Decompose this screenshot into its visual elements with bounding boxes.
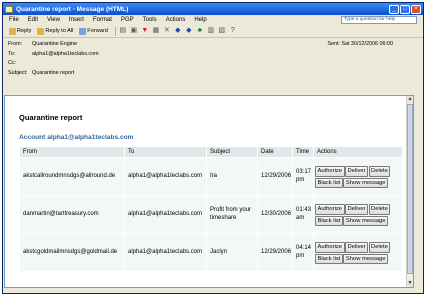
envelope-icon bbox=[5, 5, 13, 13]
col-actions: Actions bbox=[313, 146, 403, 158]
quarantine-table: From To Subject Date Time Actions akstca… bbox=[19, 146, 403, 272]
show-message-button[interactable]: Show message bbox=[343, 253, 389, 264]
cell-to: alpha1@alpha1teclabs.com bbox=[124, 233, 207, 272]
message-body: Quarantine report Account alpha1@alpha1t… bbox=[4, 95, 414, 288]
delete-button[interactable]: Delete bbox=[368, 166, 391, 177]
reply-all-label: Reply to All bbox=[45, 28, 74, 34]
authorize-button[interactable]: Authorize bbox=[315, 204, 345, 215]
cell-subject: Jaclyn bbox=[206, 233, 258, 272]
col-subject: Subject bbox=[206, 146, 258, 158]
cell-to: alpha1@alpha1teclabs.com bbox=[124, 195, 207, 234]
account-heading: Account alpha1@alpha1teclabs.com bbox=[19, 134, 134, 141]
cell-actions: Authorize Deliver Delete Black list Show me… bbox=[313, 233, 403, 272]
table-row: akstcallroundmnsdgs@allround.de alpha1@a… bbox=[19, 157, 403, 196]
menu-help[interactable]: Help bbox=[194, 17, 206, 23]
reply-all-icon bbox=[37, 27, 45, 35]
menu-actions[interactable]: Actions bbox=[166, 17, 186, 23]
menu-pgp[interactable]: PGP bbox=[121, 17, 134, 23]
cell-date: 12/29/2006 bbox=[257, 157, 293, 196]
cell-time: 03:17 pm bbox=[292, 157, 314, 196]
reply-label: Reply bbox=[17, 28, 32, 34]
blacklist-button[interactable]: Black list bbox=[315, 215, 343, 226]
col-time: Time bbox=[292, 146, 314, 158]
show-message-button[interactable]: Show message bbox=[343, 215, 389, 226]
menu-format[interactable]: Format bbox=[93, 17, 112, 23]
from-label: From: bbox=[8, 41, 23, 47]
menu-file[interactable]: File bbox=[9, 17, 19, 23]
deliver-button[interactable]: Deliver bbox=[345, 166, 369, 177]
table-row: akstcgoldmailmnsdgs@goldmail.de alpha1@a… bbox=[19, 233, 403, 272]
reply-icon bbox=[9, 27, 16, 35]
from-value[interactable]: Quarantine Engine bbox=[32, 41, 77, 47]
menu-view[interactable]: View bbox=[47, 17, 60, 23]
deliver-button[interactable]: Deliver bbox=[345, 242, 369, 253]
save-icon[interactable]: ▣ bbox=[130, 27, 138, 35]
scroll-thumb[interactable] bbox=[407, 104, 413, 274]
deliver-button[interactable]: Deliver bbox=[345, 204, 369, 215]
col-date: Date bbox=[257, 146, 293, 158]
cc-label: Cc: bbox=[8, 60, 17, 66]
window-title: Quarantine report - Message (HTML) bbox=[16, 5, 129, 13]
blacklist-button[interactable]: Black list bbox=[315, 253, 343, 264]
cell-actions: Authorize Deliver Delete Black list Show me… bbox=[313, 157, 403, 196]
print-icon[interactable]: ▤ bbox=[119, 27, 127, 35]
reply-all-button[interactable]: Reply to All bbox=[35, 26, 75, 36]
delete-button[interactable]: Delete bbox=[368, 204, 391, 215]
cell-subject: Profit from your timeshare bbox=[206, 195, 258, 234]
maximize-button[interactable]: □ bbox=[400, 4, 410, 14]
reply-button[interactable]: Reply bbox=[7, 26, 33, 36]
cell-time: 04:14 pm bbox=[292, 233, 314, 272]
cell-from: akstcgoldmailmnsdgs@goldmail.de bbox=[19, 233, 125, 272]
scroll-up-icon[interactable]: ▲ bbox=[407, 96, 413, 103]
title-bar: Quarantine report - Message (HTML) _ □ × bbox=[3, 3, 423, 15]
menu-insert[interactable]: Insert bbox=[69, 17, 84, 23]
cell-actions: Authorize Deliver Delete Black list Show me… bbox=[313, 195, 403, 234]
cell-subject: Ira bbox=[206, 157, 258, 196]
forward-label: Forward bbox=[87, 28, 108, 34]
cell-date: 12/30/2006 bbox=[257, 195, 293, 234]
table-header-row: From To Subject Date Time Actions bbox=[19, 146, 403, 158]
forward-icon bbox=[79, 27, 87, 35]
forward-button[interactable]: Forward bbox=[77, 26, 110, 36]
menu-tools[interactable]: Tools bbox=[143, 17, 157, 23]
vertical-scrollbar[interactable]: ▲ ▼ bbox=[406, 96, 413, 287]
col-from: From bbox=[19, 146, 125, 158]
pgp-key-icon[interactable]: ♣ bbox=[196, 27, 204, 35]
menu-bar: File Edit View Insert Format PGP Tools A… bbox=[3, 15, 423, 25]
options-icon[interactable]: ▧ bbox=[218, 27, 226, 35]
message-header: From: Quarantine Engine To: alpha1@alpha1t… bbox=[3, 38, 423, 82]
next-item-icon[interactable]: ◆ bbox=[185, 27, 193, 35]
cell-time: 01:43 am bbox=[292, 195, 314, 234]
scroll-down-icon[interactable]: ▼ bbox=[407, 280, 413, 287]
help-search-input[interactable]: Type a question for help bbox=[341, 16, 417, 24]
delete-icon[interactable]: ✕ bbox=[163, 27, 171, 35]
cell-to: alpha1@alpha1teclabs.com bbox=[124, 157, 207, 196]
cell-date: 12/29/2006 bbox=[257, 233, 293, 272]
sent-date: Sent: Sat 30/12/2006 06:00 bbox=[327, 41, 393, 47]
minimize-button[interactable]: _ bbox=[389, 4, 399, 14]
help-icon[interactable]: ? bbox=[229, 27, 237, 35]
to-label: To: bbox=[8, 50, 16, 57]
menu-edit[interactable]: Edit bbox=[28, 17, 38, 23]
report-title: Quarantine report bbox=[19, 113, 83, 122]
delete-button[interactable]: Delete bbox=[368, 242, 391, 253]
toolbar: Reply Reply to All Forward ▤ ▣ ▼ ▦ ✕ ◆ ◆… bbox=[3, 25, 423, 38]
show-message-button[interactable]: Show message bbox=[343, 177, 389, 188]
subject-value: Quarantine report bbox=[32, 69, 75, 76]
authorize-button[interactable]: Authorize bbox=[315, 242, 345, 253]
cell-from: akstcallroundmnsdgs@allround.de bbox=[19, 157, 125, 196]
blacklist-button[interactable]: Black list bbox=[315, 177, 343, 188]
attach-icon[interactable]: ▥ bbox=[207, 27, 215, 35]
cell-from: danmartin@tarttreasury.com bbox=[19, 195, 125, 234]
toolbar-separator bbox=[114, 26, 116, 36]
subject-label: Subject: bbox=[8, 69, 28, 76]
col-to: To bbox=[124, 146, 207, 158]
flag-icon[interactable]: ▼ bbox=[141, 27, 149, 35]
previous-item-icon[interactable]: ◆ bbox=[174, 27, 182, 35]
authorize-button[interactable]: Authorize bbox=[315, 166, 345, 177]
table-row: danmartin@tarttreasury.com alpha1@alpha1… bbox=[19, 195, 403, 234]
to-value[interactable]: alpha1@alpha1teclabs.com bbox=[32, 51, 99, 57]
close-button[interactable]: × bbox=[411, 4, 421, 14]
move-folder-icon[interactable]: ▦ bbox=[152, 27, 160, 35]
